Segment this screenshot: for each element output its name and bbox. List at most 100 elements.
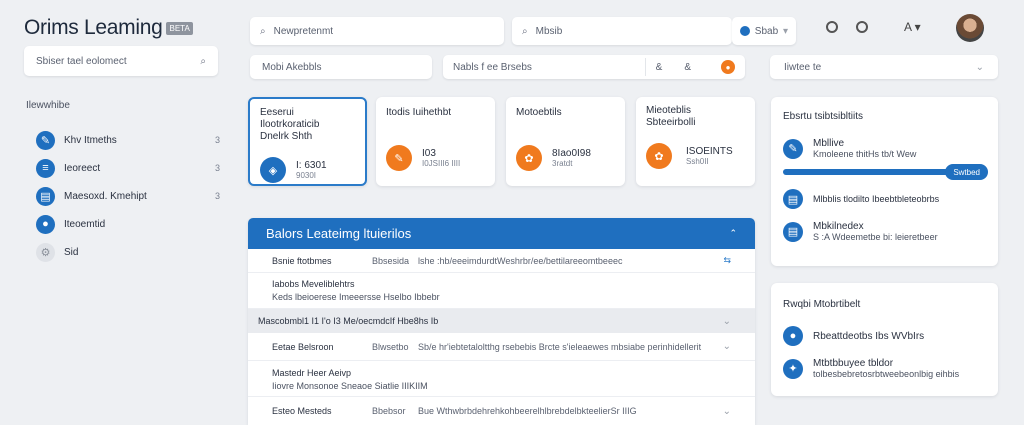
activity-card: Rwqbi Mtobrtibelt ● Rbeattdeotbs Ibs WVb… [771, 283, 998, 396]
sidebar-item-label: Iteoemtid [64, 218, 106, 230]
stat-card-title: Mieoteblis [646, 105, 692, 116]
globe-icon [740, 26, 750, 36]
expand-icon[interactable]: ⇆ [723, 255, 731, 266]
stat-card-sub: I0JSIII6 IIII [422, 159, 461, 168]
course-table-body: Eetae Belsroon Blwsetbo Sb/e hr'iebtetal… [248, 333, 755, 425]
language-select[interactable]: Sbab ▾ [732, 17, 796, 45]
stat-card-sub: 9030I [296, 171, 317, 180]
group-icon[interactable]: & [684, 62, 691, 73]
filter-right[interactable]: Iiwtee te ⌄ [770, 55, 998, 79]
progress-item-sub: S :A Wdeemetbe bi: leieretbeer [813, 232, 938, 242]
stat-card-subtitle: Sbteeirbolli [646, 117, 696, 128]
group-icon: ✿ [646, 143, 672, 169]
stat-card-value: ISOEINTS [686, 146, 733, 157]
stat-card-value: 8Iao0I98 [552, 148, 591, 159]
progress-card: Ebsrtu tsibtsibltiits ✎ Mbllive Kmoleene… [771, 97, 998, 266]
document-icon: ▤ [36, 186, 55, 206]
user-icon: ● [36, 214, 55, 234]
search-icon: ⌕ [260, 25, 266, 37]
sidebar-item-label: Ieoreect [64, 162, 101, 174]
notification-icon[interactable] [856, 21, 868, 33]
row-desc: Bue Wthwbrbdehrehkohbeerelhlbrebdelbktee… [418, 406, 637, 416]
row-name: Bsnie ftotbmes [272, 255, 332, 266]
activity-card-title: Rwqbi Mtobrtibelt [783, 299, 861, 310]
progress-card-title: Ebsrtu tsibtsibltiits [783, 111, 864, 122]
stat-card-2[interactable]: Motoebtils ✿ 8Iao0I98 3ratdt [506, 97, 625, 186]
chevron-down-icon[interactable]: ⌄ [723, 341, 731, 352]
filter-bar[interactable]: Nabls f ee Brsebs & & ● [443, 55, 745, 79]
global-search-input[interactable]: Newpretenmt [274, 26, 333, 37]
table-row[interactable]: Bsnie ftotbmes Bbsesida lshe :hb/eeeimdu… [248, 249, 755, 273]
stat-card-value: I03 [422, 148, 436, 159]
profile-menu-icon[interactable]: A ▾ [904, 20, 921, 34]
stat-card-sub: 3ratdt [552, 159, 573, 168]
filter-right-label: Iiwtee te [784, 61, 822, 73]
secondary-search-input[interactable]: Mbsib [536, 26, 563, 37]
group-title: Mascobmbl1 I1 I'o I3 Me/oecmdcIf Hbe8hs … [258, 316, 439, 326]
row-tag: Blwsetbo [372, 341, 409, 352]
document-icon: ▤ [783, 189, 803, 209]
sidebar-item-1[interactable]: ≡ Ieoreect 3 [36, 154, 220, 182]
sidebar-item-label: Khv Itmeths [64, 134, 117, 146]
chevron-down-icon[interactable]: ⌄ [723, 316, 731, 327]
star-icon: ✦ [783, 358, 803, 379]
app-logo: Orims Leaming BETA [24, 16, 193, 40]
stat-card-subtitle: Dnelrk Shth [260, 131, 313, 142]
search-icon[interactable]: ⌕ [200, 56, 206, 67]
stat-card-sub: Ssh0II [686, 157, 709, 166]
settings-icon[interactable] [826, 21, 838, 33]
sidebar-nav: ✎ Khv Itmeths 3 ≡ Ieoreect 3 ▤ Maesoxd. … [36, 126, 220, 266]
chevron-down-icon[interactable]: ⌄ [723, 406, 731, 417]
group-icon: ✿ [516, 145, 542, 171]
sidebar-item-label: Maesoxd. Kmehipt [64, 190, 147, 202]
sidebar-item-4[interactable]: ⚙ Sid [36, 238, 220, 266]
sidebar-item-count: 3 [214, 135, 220, 145]
sidebar-item-3[interactable]: ● Iteoemtid [36, 210, 220, 238]
language-value: Sbab [754, 25, 779, 37]
table-subrow: Mastedr Heer Aeivp Iiovre Monsonoe Sneao… [248, 361, 755, 397]
progress-item-title: Mbllive [813, 138, 845, 149]
subrow-title: Mastedr Heer Aeivp [272, 368, 352, 378]
beta-badge: BETA [166, 21, 193, 35]
stat-card-value: I: 6301 [296, 160, 327, 171]
subrow-title: Iabobs Meveliblehtrs [272, 279, 355, 289]
row-tag: Bbsesida [372, 255, 410, 266]
list-icon: ≡ [36, 158, 55, 178]
sidebar-item-label: Sid [64, 246, 79, 258]
chevron-down-icon: ▾ [782, 25, 788, 37]
progress-item-title: Mbkilnedex [813, 221, 864, 232]
course-table-header[interactable]: Balors Leateimg ltuierilos ⌃ [248, 218, 755, 249]
progress-bar: Swtbed [783, 164, 988, 180]
progress-item-title: Mlbblis tlodilto Ibeebtbleteobrbs [813, 194, 940, 204]
sidebar-item-0[interactable]: ✎ Khv Itmeths 3 [36, 126, 220, 154]
document-icon: ▤ [783, 221, 803, 242]
sidebar-item-2[interactable]: ▤ Maesoxd. Kmehipt 3 [36, 182, 220, 210]
chevron-up-icon[interactable]: ⌃ [729, 228, 737, 239]
secondary-search[interactable]: ⌕ Mbsib [512, 17, 732, 45]
filter-topics-label: Mobi Akebbls [262, 61, 322, 73]
app-title: Orims Leaming [24, 16, 163, 39]
table-subrow: Iabobs Meveliblehtrs Keds lbeioerese Ime… [248, 273, 755, 309]
row-desc: Sb/e hr'iebtetaloltthg rsebebis Brcte s'… [418, 341, 702, 352]
chart-icon: ✎ [783, 138, 803, 159]
row-desc: lshe :hb/eeeimdurdtWeshrbr/ee/bettilaree… [418, 255, 623, 266]
avatar[interactable] [956, 14, 984, 42]
chart-icon: ✎ [36, 130, 55, 150]
sidebar-search-input[interactable]: Sbiser tael eolomect [36, 56, 127, 67]
table-group-row[interactable]: Mascobmbl1 I1 I'o I3 Me/oecmdcIf Hbe8hs … [248, 309, 755, 333]
table-row[interactable]: Esteo Mesteds Bbebsor Bue Wthwbrbdehrehk… [248, 397, 755, 425]
progress-pill: Swtbed [945, 164, 988, 180]
table-row[interactable]: Eetae Belsroon Blwsetbo Sb/e hr'iebtetal… [248, 333, 755, 361]
sidebar-search[interactable]: Sbiser tael eolomect ⌕ [24, 46, 218, 76]
flame-icon[interactable]: ● [721, 60, 735, 74]
activity-item-title: Rbeattdeotbs Ibs WVbIrs [813, 330, 925, 342]
stat-card-1[interactable]: Itodis Iuihethbt ✎ I03 I0JSIII6 IIII [376, 97, 495, 186]
filter-topics[interactable]: Mobi Akebbls [250, 55, 432, 79]
global-search[interactable]: ⌕ Newpretenmt [250, 17, 504, 45]
stat-card-0[interactable]: Eeserui Ilootrkoraticib Dnelrk Shth ◈ I:… [248, 97, 367, 186]
link-icon[interactable]: & [656, 62, 663, 73]
sidebar-section-title: Ilewwhibe [26, 100, 70, 111]
book-icon: ◈ [260, 157, 286, 183]
stat-card-3[interactable]: Mieoteblis Sbteeirbolli ✿ ISOEINTS Ssh0I… [636, 97, 755, 186]
divider [644, 58, 646, 76]
